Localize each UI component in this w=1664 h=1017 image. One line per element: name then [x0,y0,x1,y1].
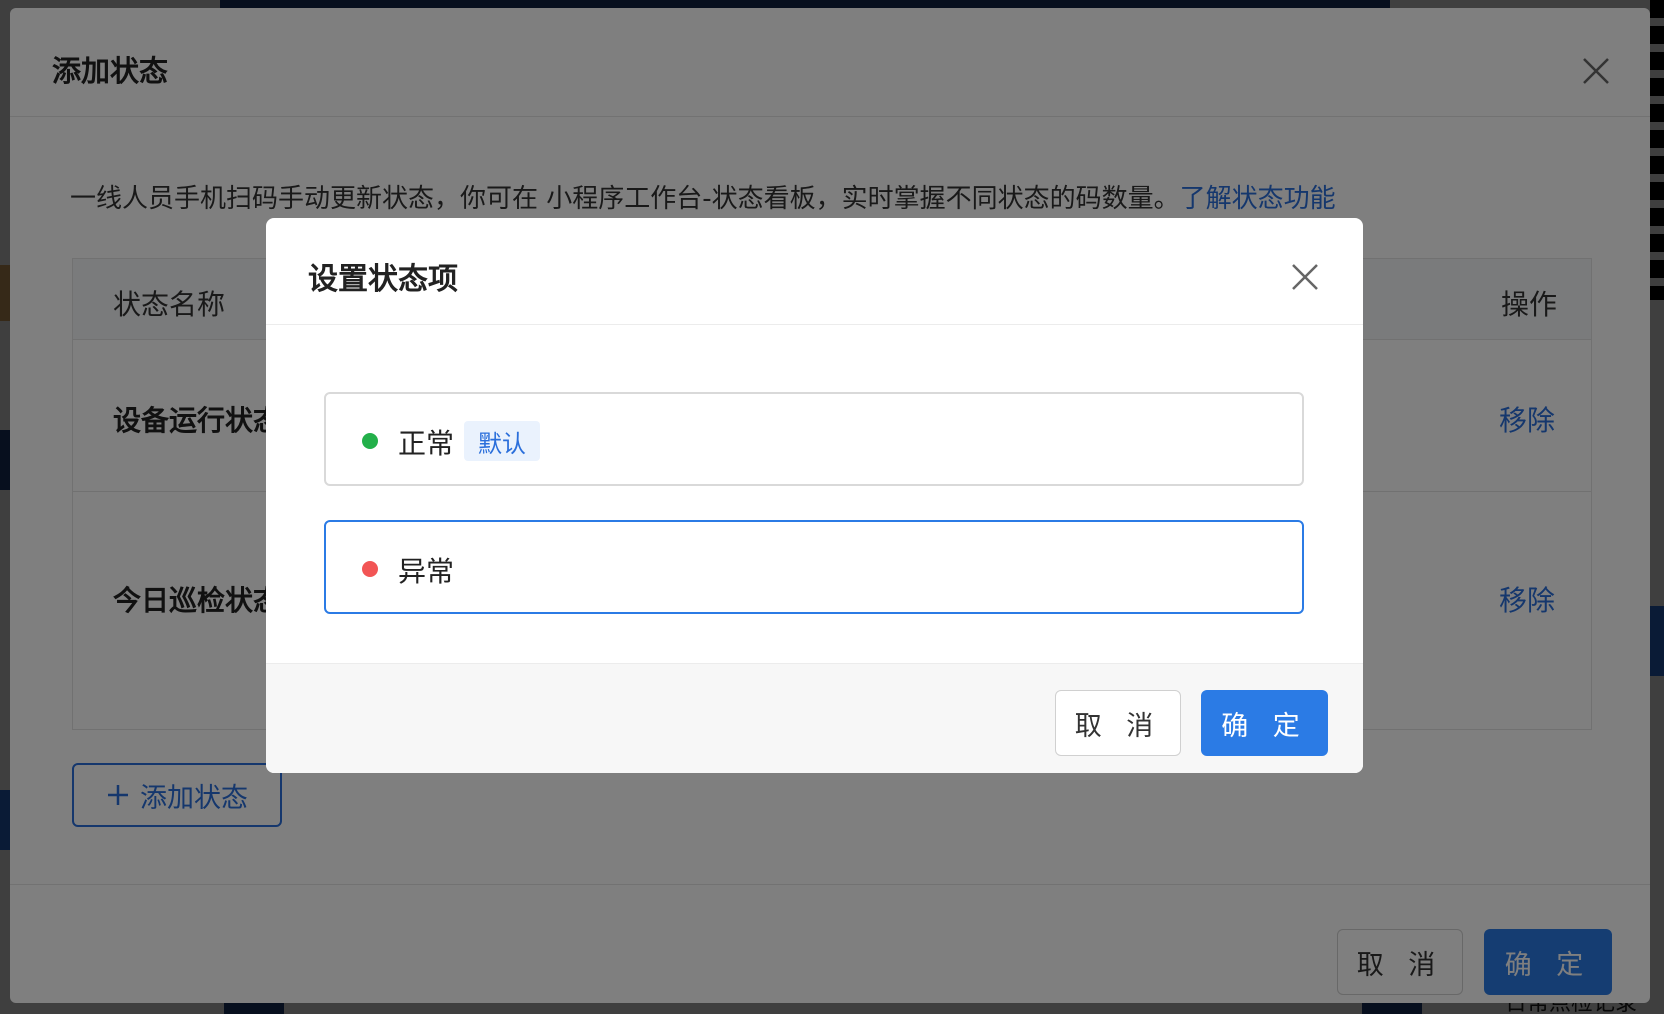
state-item-label: 正常 [398,427,455,460]
confirm-button[interactable]: 确 定 [1201,690,1328,756]
state-item-abnormal[interactable]: 异常 [324,520,1304,614]
cancel-button[interactable]: 取 消 [1055,690,1181,756]
status-dot-icon [362,433,378,449]
state-item-label: 异常 [398,555,455,588]
default-badge: 默认 [464,421,540,461]
set-state-items-dialog: 设置状态项 正常 默认 异常 取 消 确 定 [266,218,1363,773]
set-state-items-header: 设置状态项 [266,218,1363,325]
set-state-items-footer: 取 消 确 定 [266,663,1363,773]
state-item-normal[interactable]: 正常 默认 [324,392,1304,486]
status-dot-icon [362,561,378,577]
close-icon[interactable] [1288,260,1322,294]
set-state-items-title: 设置状态项 [308,262,458,297]
